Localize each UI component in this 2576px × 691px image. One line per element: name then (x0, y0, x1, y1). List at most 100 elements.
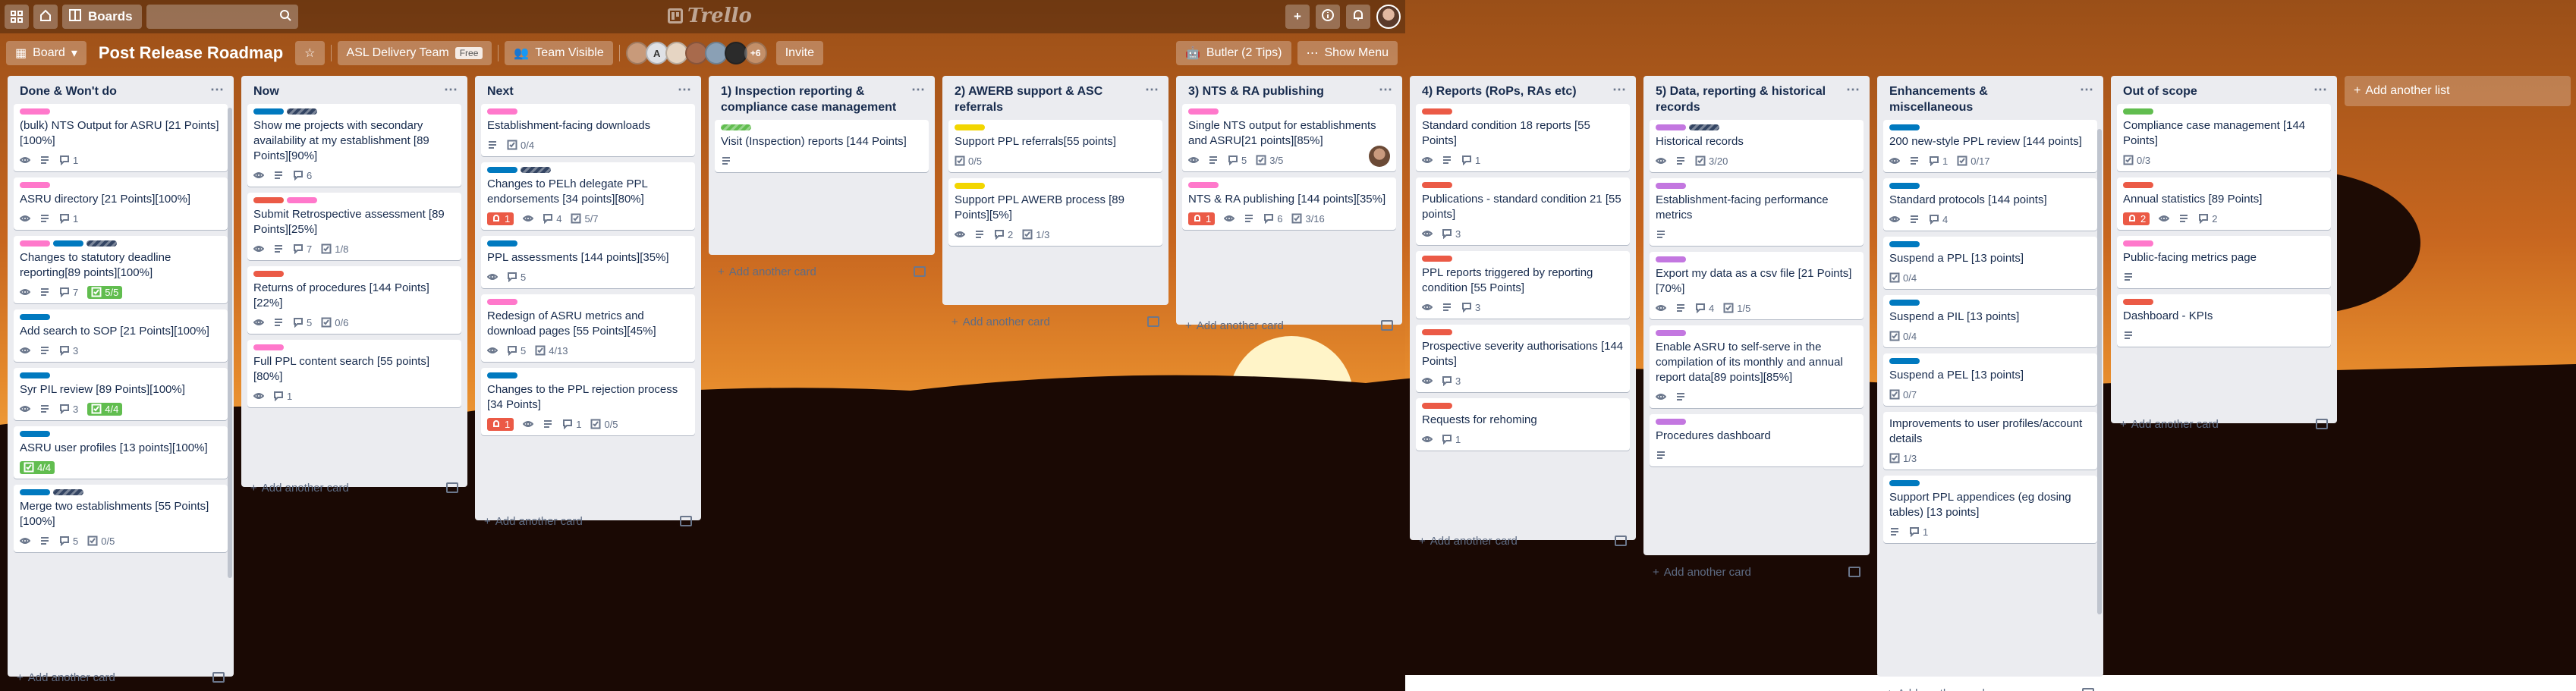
card[interactable]: Improvements to user profiles/account de… (1883, 412, 2097, 470)
card-label-navy[interactable] (287, 108, 317, 115)
card-label-red[interactable] (253, 197, 284, 203)
card-label-green[interactable] (721, 124, 751, 130)
list-title[interactable]: Enhancements & miscellaneous ⋯ (1877, 76, 2103, 120)
card[interactable]: Standard condition 18 reports [55 Points… (1416, 104, 1630, 171)
card[interactable]: Changes to the PPL rejection process [34… (481, 368, 695, 435)
card-member-avatar[interactable] (1369, 146, 1390, 167)
card-label-blue[interactable] (1889, 241, 1920, 247)
list-menu-icon[interactable]: ⋯ (210, 82, 225, 98)
card[interactable]: Changes to statutory deadline reporting[… (14, 236, 228, 303)
card-template-icon[interactable] (1848, 567, 1860, 577)
list-menu-icon[interactable]: ⋯ (1145, 82, 1159, 98)
card-label-red[interactable] (1422, 182, 1452, 188)
card-label-purple[interactable] (1656, 183, 1686, 189)
card-label-red[interactable] (2123, 299, 2153, 305)
card[interactable]: Suspend a PEL [13 points] 0/7 (1883, 353, 2097, 406)
list[interactable]: 2) AWERB support & ASC referrals ⋯ Support… (942, 76, 1168, 328)
board-menu-button[interactable]: ▦ Board ▾ (6, 41, 86, 65)
team-button[interactable]: ASL Delivery Team Free (337, 41, 492, 65)
card-template-icon[interactable] (2082, 688, 2094, 691)
add-card-button[interactable]: + Add another card (1419, 535, 1518, 548)
list-title[interactable]: Done & Won't do ⋯ (8, 76, 234, 104)
card-label-blue[interactable] (20, 431, 50, 437)
search-icon[interactable] (278, 8, 292, 26)
list-title[interactable]: 3) NTS & RA publishing ⋯ (1176, 76, 1402, 104)
butler-button[interactable]: 🤖 Butler (2 Tips) (1175, 41, 1291, 65)
card[interactable]: Requests for rehoming 1 (1416, 398, 1630, 451)
add-card-button[interactable]: + Add another card (2120, 418, 2219, 431)
list[interactable]: Out of scope ⋯ Compliance case management … (2111, 76, 2337, 431)
list[interactable]: Done & Won't do ⋯ (bulk) NTS Output for AS… (8, 76, 234, 684)
card-template-icon[interactable] (914, 266, 926, 277)
card-label-navy[interactable] (53, 489, 83, 495)
list-title[interactable]: 2) AWERB support & ASC referrals ⋯ (942, 76, 1168, 120)
list-menu-icon[interactable]: ⋯ (2313, 82, 2328, 98)
card[interactable]: Changes to PELh delegate PPL endorsement… (481, 162, 695, 230)
card-label-red[interactable] (1422, 108, 1452, 115)
card[interactable]: Prospective severity authorisations [144… (1416, 325, 1630, 392)
list-scrollbar[interactable] (2097, 129, 2102, 614)
trello-logo[interactable]: Trello (668, 5, 752, 27)
card-label-pink[interactable] (20, 182, 50, 188)
list-title[interactable]: Now ⋯ (241, 76, 467, 104)
card-label-purple[interactable] (1656, 330, 1686, 336)
list-title[interactable]: 1) Inspection reporting & compliance cas… (709, 76, 935, 120)
list[interactable]: Enhancements & miscellaneous ⋯ 200 new-sty… (1877, 76, 2103, 691)
list[interactable]: 4) Reports (RoPs, RAs etc) ⋯ Standard cond… (1410, 76, 1636, 548)
list-menu-icon[interactable]: ⋯ (1612, 82, 1627, 98)
add-card-button[interactable]: + Add another card (951, 316, 1050, 328)
card[interactable]: Publications - standard condition 21 [55… (1416, 177, 1630, 245)
card[interactable]: Public-facing metrics page (2117, 236, 2331, 288)
card-label-blue[interactable] (1889, 300, 1920, 306)
card-label-purple[interactable] (1656, 419, 1686, 425)
list-title[interactable]: 4) Reports (RoPs, RAs etc) ⋯ (1410, 76, 1636, 104)
add-card-button[interactable]: + Add another card (250, 482, 349, 495)
card[interactable]: Export my data as a csv file [21 Points]… (1650, 252, 1864, 319)
card-label-blue[interactable] (487, 372, 517, 378)
home-button[interactable] (33, 5, 58, 29)
card[interactable]: Merge two establishments [55 Points][100… (14, 485, 228, 552)
card-template-icon[interactable] (680, 516, 692, 526)
card[interactable]: NTS & RA publishing [144 points][35%] 1 6 3… (1182, 177, 1396, 230)
card-label-pink[interactable] (287, 197, 317, 203)
card-template-icon[interactable] (2316, 419, 2328, 429)
list[interactable]: Next ⋯ Establishment-facing downloads 0/4 Ch… (475, 76, 701, 528)
card[interactable]: PPL assessments [144 points][35%] 5 (481, 236, 695, 288)
card[interactable]: Submit Retrospective assessment [89 Poin… (247, 193, 461, 260)
card-label-pink[interactable] (1188, 108, 1219, 115)
apps-button[interactable] (5, 5, 29, 29)
add-card-button[interactable]: + Add another card (484, 515, 583, 528)
list-title[interactable]: Out of scope ⋯ (2111, 76, 2337, 104)
card-label-green[interactable] (2123, 108, 2153, 115)
card-label-pink[interactable] (487, 108, 517, 115)
list-title[interactable]: Next ⋯ (475, 76, 701, 104)
card-template-icon[interactable] (446, 482, 458, 493)
list[interactable]: 5) Data, reporting & historical records ⋯… (1643, 76, 1870, 579)
card-label-navy[interactable] (1689, 124, 1719, 130)
card-template-icon[interactable] (1147, 316, 1159, 327)
list-menu-icon[interactable]: ⋯ (911, 82, 926, 98)
card[interactable]: Support PPL appendices (eg dosing tables… (1883, 476, 2097, 543)
search-input[interactable] (121, 5, 278, 29)
add-card-button[interactable]: + Add another card (1185, 319, 1284, 332)
card[interactable]: Support PPL AWERB process [89 Points][5%… (948, 178, 1162, 246)
card[interactable]: Full PPL content search [55 points][80%]… (247, 340, 461, 407)
card-label-red[interactable] (2123, 182, 2153, 188)
info-button[interactable] (1316, 5, 1340, 29)
card[interactable]: Establishment-facing downloads 0/4 (481, 104, 695, 156)
board-title[interactable]: Post Release Roadmap (93, 43, 289, 63)
card-label-navy[interactable] (521, 167, 551, 173)
card-label-pink[interactable] (20, 240, 50, 247)
card-label-yellow[interactable] (955, 183, 985, 189)
show-menu-button[interactable]: ⋯ Show Menu (1297, 41, 1398, 65)
card-label-blue[interactable] (53, 240, 83, 247)
list-menu-icon[interactable]: ⋯ (2080, 82, 2094, 98)
card-label-pink[interactable] (487, 299, 517, 305)
add-card-button[interactable]: + Add another card (1886, 687, 1985, 691)
card[interactable]: Visit (Inspection) reports [144 Points] (715, 120, 929, 172)
card-label-blue[interactable] (20, 314, 50, 320)
card[interactable]: Suspend a PPL [13 points] 0/4 (1883, 237, 2097, 289)
card[interactable]: Returns of procedures [144 Points][22%] 5… (247, 266, 461, 334)
card-label-blue[interactable] (20, 489, 50, 495)
card-template-icon[interactable] (1381, 320, 1393, 331)
